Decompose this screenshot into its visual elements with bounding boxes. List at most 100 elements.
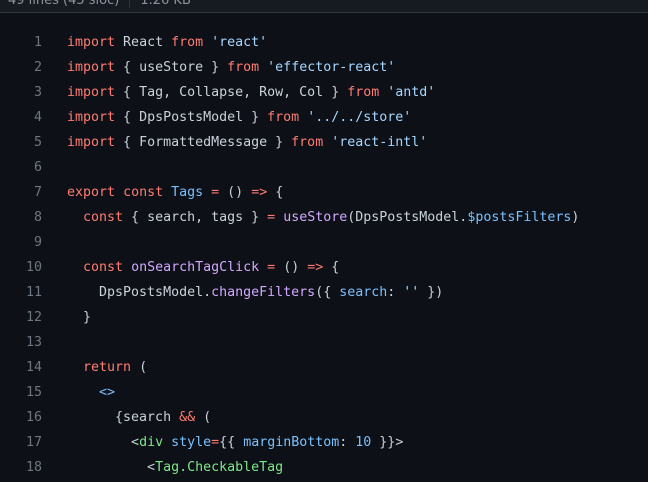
code-token: { DpsPostsModel } — [115, 110, 268, 125]
code-token: < — [67, 460, 156, 475]
code-token: = — [267, 260, 276, 275]
code-token: from — [171, 35, 204, 50]
code-token: Tags — [171, 185, 204, 200]
line-source: const onSearchTagClick = () => { — [67, 255, 339, 280]
code-line: 14 return ( — [0, 355, 648, 380]
code-token: changeFilters — [211, 285, 316, 300]
code-line: 16 {search && ( — [0, 405, 648, 430]
line-number[interactable]: 15 — [0, 380, 42, 405]
line-source: <Tag.CheckableTag — [67, 455, 283, 480]
code-token: = — [211, 435, 220, 450]
code-token: { Tag, Collapse, Row, Col } — [115, 85, 348, 100]
code-token: { — [323, 260, 340, 275]
code-token: {search — [67, 410, 180, 425]
code-token: marginBottom — [243, 435, 340, 450]
code-token: {{ — [219, 435, 244, 450]
code-token: = — [211, 185, 220, 200]
code-line: 8 const { search, tags } = useStore(DpsP… — [0, 205, 648, 230]
code-token: onSearchTagClick — [131, 260, 260, 275]
line-number[interactable]: 2 — [0, 55, 42, 80]
code-token: (DpsPostsModel. — [347, 210, 468, 225]
code-token: 'react-intl' — [331, 135, 428, 150]
code-token: return — [83, 360, 132, 375]
code-token: 'effector-react' — [267, 60, 396, 75]
line-number[interactable]: 7 — [0, 180, 42, 205]
code-view: 1 import React from 'react' 2 import { useS… — [0, 30, 648, 480]
code-token: ( — [195, 410, 212, 425]
code-token: => — [307, 260, 324, 275]
line-source: {search && ( — [67, 405, 211, 430]
line-number[interactable]: 14 — [0, 355, 42, 380]
line-number[interactable]: 6 — [0, 155, 42, 180]
code-token: 10 — [355, 435, 372, 450]
line-number[interactable]: 5 — [0, 130, 42, 155]
line-number[interactable]: 9 — [0, 230, 42, 255]
line-source: const { search, tags } = useStore(DpsPos… — [67, 205, 579, 230]
code-line: 4 import { DpsPostsModel } from '../../st… — [0, 105, 648, 130]
line-number[interactable]: 12 — [0, 305, 42, 330]
code-token: from — [291, 135, 324, 150]
code-token: search — [339, 285, 388, 300]
code-token: import — [67, 35, 116, 50]
line-source: import { DpsPostsModel } from '../../sto… — [67, 105, 411, 130]
code-token: DpsPostsModel. — [67, 285, 212, 300]
code-token: } — [67, 310, 92, 325]
code-token: : — [339, 435, 356, 450]
line-number[interactable]: 10 — [0, 255, 42, 280]
code-line: 3 import { Tag, Collapse, Row, Col } from… — [0, 80, 648, 105]
line-number[interactable]: 11 — [0, 280, 42, 305]
line-source: export const Tags = () => { — [67, 180, 283, 205]
code-token: { useStore } — [115, 60, 228, 75]
code-token: = — [267, 210, 276, 225]
code-line: 5 import { FormattedMessage } from 'react… — [0, 130, 648, 155]
line-number[interactable]: 1 — [0, 30, 42, 55]
code-token: from — [347, 85, 380, 100]
code-token: { search, tags } — [123, 210, 268, 225]
code-line: 13 — [0, 330, 648, 355]
line-number[interactable]: 16 — [0, 405, 42, 430]
code-token: from — [227, 60, 260, 75]
code-token: < — [67, 435, 140, 450]
code-token: useStore — [283, 210, 348, 225]
line-number[interactable]: 17 — [0, 430, 42, 455]
line-number[interactable]: 4 — [0, 105, 42, 130]
file-info-bar: 49 lines (45 sloc) 1.26 KB — [0, 0, 648, 13]
code-line: 2 import { useStore } from 'effector-reac… — [0, 55, 648, 80]
code-token: import — [67, 135, 116, 150]
code-token: }}> — [371, 435, 404, 450]
code-line: 1 import React from 'react' — [0, 30, 648, 55]
line-number[interactable]: 18 — [0, 455, 42, 480]
line-source: <> — [67, 380, 115, 405]
code-token: }) — [419, 285, 444, 300]
code-line: 7 export const Tags = () => { — [0, 180, 648, 205]
line-count: 49 lines (45 sloc) — [8, 0, 120, 8]
line-number[interactable]: 8 — [0, 205, 42, 230]
line-number[interactable]: 3 — [0, 80, 42, 105]
code-token: { — [267, 185, 284, 200]
line-number[interactable]: 13 — [0, 330, 42, 355]
line-source: } — [67, 305, 91, 330]
code-token: ( — [131, 360, 148, 375]
line-source: DpsPostsModel.changeFilters({ search: ''… — [67, 280, 443, 305]
code-token: 'react' — [211, 35, 268, 50]
code-token: import — [67, 60, 116, 75]
code-token: export — [67, 185, 116, 200]
code-token: ({ — [315, 285, 340, 300]
file-size: 1.26 KB — [140, 0, 191, 8]
code-line: 11 DpsPostsModel.changeFilters({ search:… — [0, 280, 648, 305]
code-line: 12 } — [0, 305, 648, 330]
code-token: from — [267, 110, 300, 125]
code-token: import — [67, 110, 116, 125]
code-token: const — [83, 260, 124, 275]
code-line: 9 — [0, 230, 648, 255]
file-info: 49 lines (45 sloc) 1.26 KB — [8, 0, 191, 8]
